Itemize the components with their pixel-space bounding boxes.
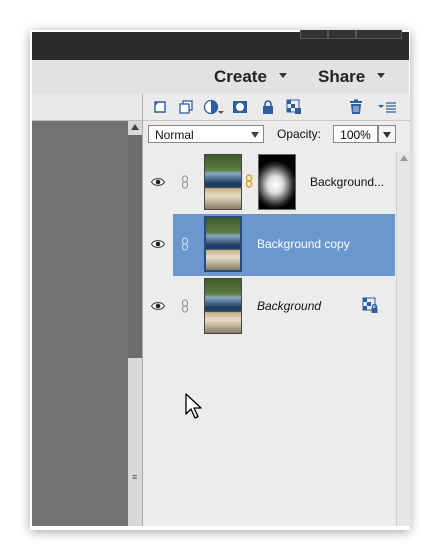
lock-icon[interactable]	[362, 297, 380, 315]
eye-icon[interactable]	[151, 301, 165, 311]
link-icon[interactable]	[181, 237, 189, 251]
chevron-down-icon	[383, 132, 391, 138]
link-icon[interactable]	[181, 299, 189, 313]
scroll-up-icon[interactable]	[400, 155, 408, 161]
layers-toolbar	[143, 94, 410, 121]
chevron-down-icon	[278, 73, 287, 79]
layers-scrollbar[interactable]	[396, 152, 411, 526]
document-area: ≡	[32, 94, 142, 526]
layer-row[interactable]: Background...	[143, 152, 395, 214]
chevron-down-icon	[251, 132, 259, 138]
mask-link-icon[interactable]	[245, 174, 253, 188]
minimize-button[interactable]	[300, 30, 328, 39]
layer-list: Background... Background copy Background	[143, 152, 395, 526]
panel-menu-icon[interactable]	[377, 99, 397, 115]
layer-row[interactable]: Background	[143, 276, 395, 338]
title-bar	[32, 30, 409, 60]
layers-panel: Normal Opacity: 100% Background... Backg…	[142, 94, 411, 526]
lock-icon[interactable]	[260, 99, 276, 115]
opacity-dropdown-button[interactable]	[378, 125, 396, 143]
share-label: Share	[318, 67, 366, 86]
new-layer-icon[interactable]	[152, 99, 168, 115]
eye-icon[interactable]	[151, 239, 165, 249]
scroll-up-icon[interactable]	[131, 124, 139, 130]
create-label: Create	[214, 67, 267, 86]
layer-row-selected[interactable]: Background copy	[143, 214, 395, 276]
new-group-icon[interactable]	[178, 99, 194, 115]
adjustment-layer-icon[interactable]	[203, 99, 225, 115]
layer-controls: Normal Opacity: 100%	[143, 121, 410, 149]
eye-icon[interactable]	[151, 177, 165, 187]
layer-name: Background	[257, 299, 322, 313]
scrollbar-thumb[interactable]	[128, 135, 142, 358]
header-bar: Create Share	[32, 60, 409, 94]
chevron-down-icon	[377, 73, 386, 79]
blend-mode-value: Normal	[155, 128, 194, 142]
share-button[interactable]: Share	[318, 67, 386, 87]
layer-name: Background...	[310, 175, 385, 189]
options-strip	[32, 94, 142, 121]
lock-transparency-icon[interactable]	[286, 99, 302, 115]
resize-grip-icon[interactable]: ≡	[132, 473, 137, 482]
mouse-cursor-icon	[185, 393, 202, 419]
link-icon[interactable]	[181, 175, 189, 189]
create-button[interactable]: Create	[214, 67, 287, 87]
delete-icon[interactable]	[348, 99, 364, 115]
layer-thumbnail[interactable]	[204, 216, 242, 272]
layer-thumbnail[interactable]	[204, 154, 242, 210]
canvas-scrollbar[interactable]: ≡	[128, 121, 142, 526]
layer-mask-thumbnail[interactable]	[258, 154, 296, 210]
opacity-input[interactable]: 100%	[333, 125, 378, 143]
layer-thumbnail[interactable]	[204, 278, 242, 334]
maximize-button[interactable]	[328, 30, 356, 39]
layer-name: Background copy	[257, 237, 350, 251]
blend-mode-select[interactable]: Normal	[148, 125, 264, 143]
add-mask-icon[interactable]	[232, 99, 248, 115]
opacity-label: Opacity:	[277, 127, 322, 141]
close-button[interactable]	[356, 30, 402, 39]
canvas-area[interactable]	[32, 121, 128, 526]
